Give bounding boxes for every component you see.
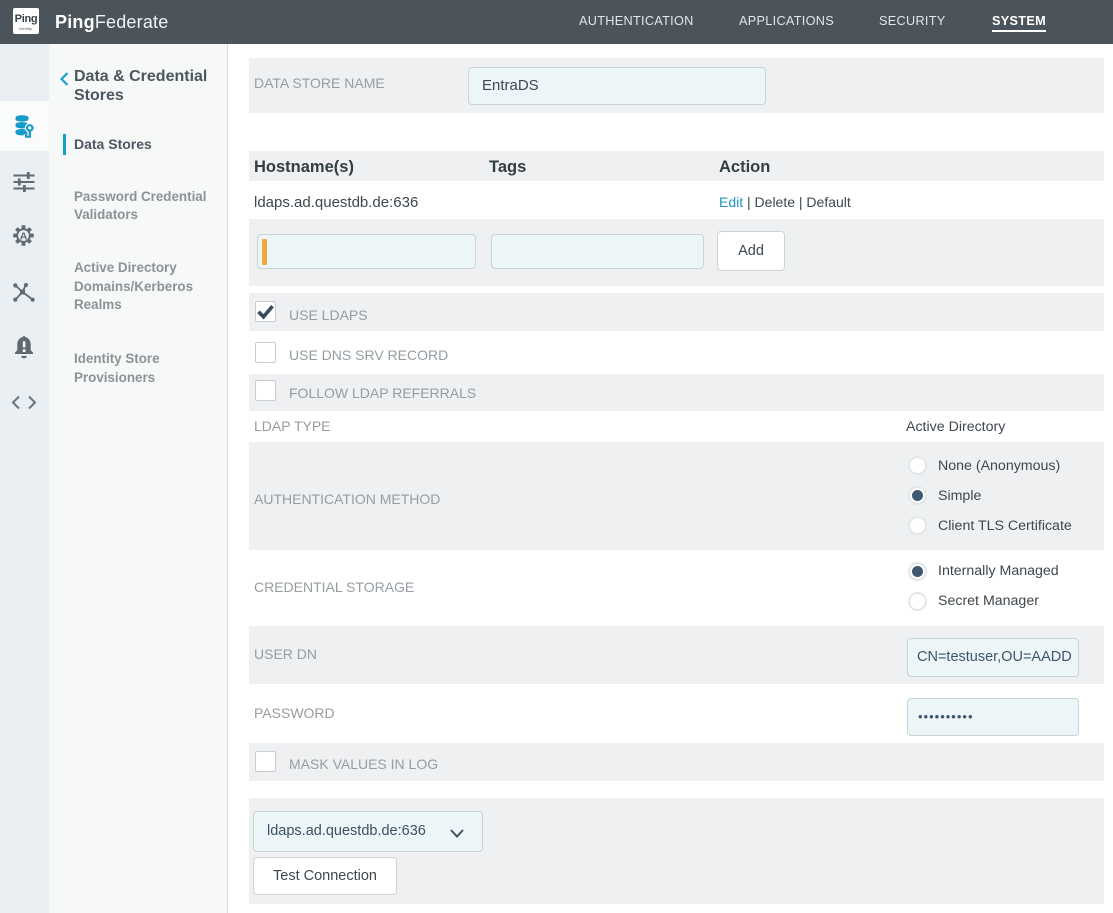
svg-text:A: A [20,230,28,242]
